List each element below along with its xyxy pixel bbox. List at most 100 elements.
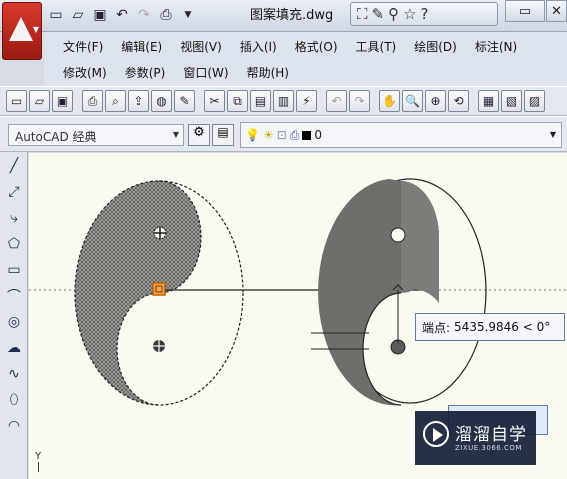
paste-special-icon[interactable]: ▥: [273, 90, 294, 112]
redo-icon[interactable]: ↷: [349, 90, 370, 112]
sheet-set-icon[interactable]: ▧: [501, 90, 522, 112]
help-icon[interactable]: ?: [421, 5, 429, 23]
menu-draw[interactable]: 绘图(D): [405, 38, 466, 55]
chevron-down-icon: ▼: [32, 25, 39, 34]
polygon-icon[interactable]: ⬠: [2, 232, 26, 256]
spline-icon[interactable]: ∿: [2, 362, 26, 386]
title-bar: ▭ ▱ ▣ ↶ ↷ ⎙ ▼ 图案填充.dwg ⛶ ✎ ⚲ ☆ ? ▭ ✕: [0, 0, 567, 32]
yin-half-hatch: [75, 181, 201, 405]
open-icon[interactable]: ▱: [68, 4, 88, 26]
standard-toolbar: ▭ ▱ ▣ ⎙ ⌕ ⇪ ◍ ✎ ✂ ⧉ ▤ ▥ ⚡ ↶ ↷ ✋ 🔍 ⊕ ⟲ ▦ …: [0, 86, 567, 116]
rectangle-icon[interactable]: ▭: [2, 258, 26, 282]
copy-icon[interactable]: ⧉: [227, 90, 248, 112]
watermark-brand: 溜溜自学: [455, 425, 527, 445]
save-icon[interactable]: ▣: [52, 90, 73, 112]
menu-help[interactable]: 帮助(H): [238, 64, 298, 81]
undo-icon[interactable]: ↶: [326, 90, 347, 112]
revision-cloud-icon[interactable]: ☁: [2, 336, 26, 360]
open-icon[interactable]: ▱: [29, 90, 50, 112]
print-preview-icon[interactable]: ⌕: [105, 90, 126, 112]
paste-icon[interactable]: ▤: [250, 90, 271, 112]
tooltip-value: 5435.9846 < 0°: [454, 320, 551, 334]
info-center-toolbar: ⛶ ✎ ⚲ ☆ ?: [350, 2, 498, 26]
lightbulb-icon: 💡: [245, 128, 260, 142]
layer-properties-icon[interactable]: ▤: [212, 124, 234, 146]
ucs-y-label: Y: [35, 451, 42, 462]
ellipse-icon[interactable]: ⬯: [2, 388, 26, 412]
menu-row-2: 修改(M) 参数(P) 窗口(W) 帮助(H): [54, 64, 298, 81]
menu-file[interactable]: 文件(F): [54, 38, 112, 55]
menu-view[interactable]: 视图(V): [171, 38, 231, 55]
draw-toolbar: ╱ ⤢ ⤷ ⬠ ▭ ⌒ ◎ ☁ ∿ ⬯ ◠: [0, 152, 28, 479]
print-icon[interactable]: ⎙: [82, 90, 103, 112]
design-center-icon[interactable]: ✎: [174, 90, 195, 112]
menu-window[interactable]: 窗口(W): [174, 64, 237, 81]
tool-palettes-icon[interactable]: ▨: [524, 90, 545, 112]
cut-icon[interactable]: ✂: [204, 90, 225, 112]
quick-access-toolbar: ▭ ▱ ▣ ↶ ↷ ⎙ ▼: [46, 4, 198, 26]
sign-in-icon[interactable]: ⚲: [388, 5, 399, 23]
workspace-settings-icon[interactable]: ⚙: [188, 124, 210, 146]
zoom-realtime-icon[interactable]: 🔍: [402, 90, 423, 112]
menu-format[interactable]: 格式(O): [286, 38, 347, 55]
lock-icon: ⊡: [276, 128, 287, 142]
polyline-icon[interactable]: ⤷: [2, 206, 26, 230]
menu-edit[interactable]: 编辑(E): [112, 38, 171, 55]
menu-modify[interactable]: 修改(M): [54, 64, 116, 81]
minimize-button[interactable]: ▭: [505, 0, 545, 22]
workspace-layer-toolbar: AutoCAD 经典 ▼ ⚙ ▤ 💡 ☀ ⊡ ⎙ 0 ▼: [0, 116, 567, 152]
osnap-tooltip: 端点: 5435.9846 < 0°: [415, 313, 565, 341]
autocad-logo-icon: [9, 17, 33, 41]
drawing-canvas[interactable]: 端点: 5435.9846 < 0° 溜溜自学 ZIXUE.3066.COM Y: [29, 153, 567, 479]
3d-print-icon[interactable]: ◍: [151, 90, 172, 112]
close-button[interactable]: ✕: [546, 0, 567, 22]
document-title: 图案填充.dwg: [250, 8, 334, 23]
star-icon[interactable]: ☆: [403, 5, 416, 23]
menu-dimension[interactable]: 标注(N): [466, 38, 526, 55]
layer-value: 0: [314, 128, 323, 142]
sun-icon: ☀: [262, 128, 274, 142]
pan-icon[interactable]: ✋: [379, 90, 400, 112]
menu-parametric[interactable]: 参数(P): [116, 64, 175, 81]
yin-yang-hatched[interactable]: [74, 180, 244, 406]
ucs-icon: Y: [35, 451, 41, 472]
yin-yang-solid[interactable]: [311, 178, 487, 406]
workspace-select[interactable]: AutoCAD 经典 ▼: [8, 124, 184, 146]
line-icon[interactable]: ╱: [2, 154, 26, 178]
save-icon[interactable]: ▣: [90, 4, 110, 26]
grip-icon[interactable]: [152, 282, 166, 296]
workspace-value: AutoCAD 经典: [15, 130, 97, 144]
chevron-down-icon[interactable]: ▼: [178, 4, 198, 26]
chevron-down-icon: ▼: [172, 130, 179, 139]
new-icon[interactable]: ▭: [46, 4, 66, 26]
properties-icon[interactable]: ▦: [478, 90, 499, 112]
upper-fill: [401, 181, 439, 303]
new-icon[interactable]: ▭: [6, 90, 27, 112]
menu-row-1: 文件(F) 编辑(E) 视图(V) 插入(I) 格式(O) 工具(T) 绘图(D…: [54, 38, 526, 55]
autocad-window: ▭ ▱ ▣ ↶ ↷ ⎙ ▼ 图案填充.dwg ⛶ ✎ ⚲ ☆ ? ▭ ✕ ▼ 文…: [0, 0, 567, 479]
circle-icon[interactable]: ◎: [2, 310, 26, 334]
layer-select[interactable]: 💡 ☀ ⊡ ⎙ 0 ▼: [240, 122, 562, 148]
menu-insert[interactable]: 插入(I): [231, 38, 286, 55]
print-icon[interactable]: ⎙: [156, 4, 176, 26]
wrench-icon[interactable]: ✎: [372, 5, 385, 23]
color-swatch-icon: [302, 130, 312, 140]
construction-line-icon[interactable]: ⤢: [2, 180, 26, 204]
tooltip-label: 端点:: [422, 320, 451, 335]
menu-tools[interactable]: 工具(T): [347, 38, 406, 55]
chevron-down-icon: ▼: [549, 130, 556, 139]
zoom-window-icon[interactable]: ⊕: [425, 90, 446, 112]
application-menu-button[interactable]: ▼: [2, 2, 42, 60]
arc-icon[interactable]: ⌒: [2, 284, 26, 308]
redo-icon[interactable]: ↷: [134, 4, 154, 26]
undo-icon[interactable]: ↶: [112, 4, 132, 26]
ellipse-arc-icon[interactable]: ◠: [2, 414, 26, 438]
small-circle-top: [390, 227, 406, 243]
play-logo-icon: [423, 421, 449, 447]
watermark-url: ZIXUE.3066.COM: [455, 444, 522, 452]
zoom-previous-icon[interactable]: ⟲: [448, 90, 469, 112]
watermark: 溜溜自学 ZIXUE.3066.COM: [415, 411, 536, 465]
publish-icon[interactable]: ⇪: [128, 90, 149, 112]
match-properties-icon[interactable]: ⚡: [296, 90, 317, 112]
binoculars-icon[interactable]: ⛶: [357, 5, 368, 23]
